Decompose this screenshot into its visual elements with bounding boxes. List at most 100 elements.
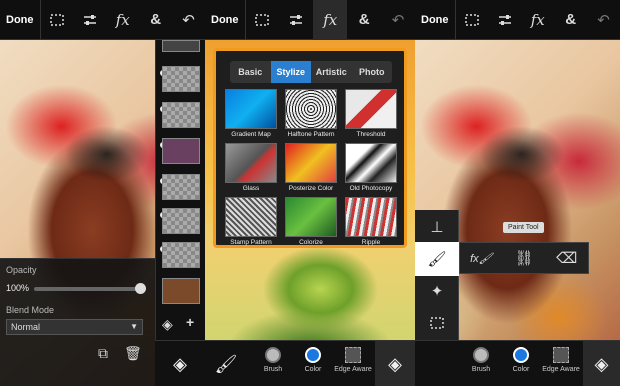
stamp-tool-icon[interactable]: ⊥ [415, 210, 459, 244]
layers-stack-icon[interactable]: ◈ [375, 341, 415, 386]
effects-panel: Basic Stylize Artistic Photo Gradient Ma… [213, 48, 407, 248]
screen-effects: Done fx & ↶ Basic Stylize Artistic Photo… [205, 0, 415, 386]
combine-icon[interactable]: & [347, 0, 381, 40]
tab-stylize[interactable]: Stylize [270, 61, 311, 83]
blend-mode-select[interactable]: Normal ▼ [6, 319, 143, 335]
layers-strip: ◈ + [155, 40, 205, 386]
marquee-icon[interactable] [415, 306, 459, 340]
edge-aware-button[interactable]: Edge Aware [331, 341, 375, 386]
color-button[interactable]: Color [501, 341, 541, 386]
fx-icon[interactable]: fx [521, 0, 554, 40]
color-label: Color [512, 366, 530, 373]
blend-mode-value: Normal [11, 322, 41, 332]
combine-icon[interactable]: & [554, 0, 587, 40]
brush-label: Brush [263, 366, 283, 373]
edge-aware-label: Edge Aware [334, 366, 372, 373]
bottom-bar: 🖌 Brush Color Edge Aware ◈ [205, 340, 415, 386]
filter-thumbnail [345, 197, 397, 237]
tab-basic[interactable]: Basic [230, 61, 271, 83]
layer-thumb[interactable] [162, 174, 200, 200]
edge-aware-label: Edge Aware [542, 366, 580, 373]
paint-subtools: fx🖌 ⛓ ⌫ [459, 242, 589, 274]
filter-label: Threshold [356, 131, 386, 138]
trash-icon[interactable]: 🗑 [124, 345, 142, 362]
layers-icon[interactable]: ◈ [162, 316, 173, 333]
screen-layers: Done fx & ↶ ◈ + Opacity 100% Blend Mode … [0, 0, 205, 386]
fx-icon[interactable]: fx [106, 0, 139, 40]
bottom-bar: ◈ [155, 340, 205, 386]
done-button[interactable]: Done [205, 0, 246, 40]
selection-icon[interactable] [456, 0, 489, 40]
adjust-icon[interactable] [279, 0, 313, 40]
tab-photo[interactable]: Photo [352, 61, 393, 83]
bottom-bar: Brush Color Edge Aware ◈ [415, 340, 620, 386]
filter-posterize-color[interactable]: Posterize Color [283, 143, 339, 195]
top-toolbar: Done fx & ↶ [415, 0, 620, 40]
fx-icon[interactable]: fx [313, 0, 348, 40]
combine-icon[interactable]: & [139, 0, 172, 40]
layers-stack-icon[interactable]: ◈ [583, 341, 620, 386]
filter-colorize[interactable]: Colorize [283, 197, 339, 249]
layer-thumb[interactable] [162, 242, 200, 268]
eraser-icon[interactable]: ⌫ [545, 243, 588, 273]
paint-tool-icon[interactable]: 🖌 [415, 242, 459, 276]
color-icon [305, 347, 321, 363]
selection-icon[interactable] [246, 0, 280, 40]
merge-layers-icon[interactable]: ⧉ [98, 345, 108, 362]
undo-icon[interactable]: ↶ [172, 0, 205, 40]
undo-icon[interactable]: ↶ [381, 0, 415, 40]
screen-tools: Done fx & ↶ ⊥ 🖌 ✦ 🖌 Paint Tool fx🖌 ⛓ ⌫ B… [415, 0, 620, 386]
done-button[interactable]: Done [0, 0, 41, 40]
filter-label: Old Photocopy [349, 185, 393, 192]
color-button[interactable]: Color [293, 341, 333, 386]
magic-wand-icon[interactable]: ✦ [415, 274, 459, 308]
layer-thumb[interactable] [162, 40, 200, 52]
opacity-slider-knob[interactable] [135, 283, 146, 294]
layer-thumb[interactable] [162, 66, 200, 92]
paint-tool-button[interactable]: 🖌 [205, 341, 247, 386]
filter-label: Glass [242, 185, 260, 192]
filter-old-photocopy[interactable]: Old Photocopy [343, 143, 399, 195]
layer-properties-panel: Opacity 100% Blend Mode Normal ▼ ⧉ 🗑 [0, 258, 155, 386]
chevron-down-icon: ▼ [130, 322, 138, 331]
undo-icon[interactable]: ↶ [587, 0, 620, 40]
layers-stack-icon[interactable]: ◈ [155, 341, 205, 386]
adjust-icon[interactable] [488, 0, 521, 40]
edge-aware-button[interactable]: Edge Aware [539, 341, 583, 386]
brush-label: Brush [471, 366, 491, 373]
spray-icon[interactable]: ⛓ [503, 243, 546, 273]
filter-label: Halftone Pattern [287, 131, 335, 138]
effects-tabs: Basic Stylize Artistic Photo [230, 61, 392, 83]
opacity-label: Opacity [6, 265, 37, 275]
filter-thumbnail [285, 197, 337, 237]
filter-label: Stamp Pattern [230, 239, 272, 246]
filter-thumbnail [285, 89, 337, 129]
fx-brush-icon[interactable]: fx🖌 [460, 243, 503, 273]
opacity-value: 100% [6, 283, 30, 293]
filter-label: Ripple [361, 239, 381, 246]
brush-icon [265, 347, 281, 363]
filter-label: Gradient Map [231, 131, 271, 138]
selection-icon[interactable] [41, 0, 74, 40]
filter-halftone-pattern[interactable]: Halftone Pattern [283, 89, 339, 141]
filter-label: Posterize Color [288, 185, 334, 192]
brush-button[interactable]: Brush [253, 341, 293, 386]
filter-stamp-pattern[interactable]: Stamp Pattern [223, 197, 279, 249]
paint-tool-tooltip: Paint Tool [503, 222, 544, 233]
layer-thumb[interactable] [162, 138, 200, 164]
filter-ripple[interactable]: Ripple [343, 197, 399, 249]
layer-thumb[interactable] [162, 102, 200, 128]
filter-glass[interactable]: Glass [223, 143, 279, 195]
brush-button[interactable]: Brush [461, 341, 501, 386]
adjust-icon[interactable] [73, 0, 106, 40]
filter-thumbnail [345, 143, 397, 183]
filter-gradient-map[interactable]: Gradient Map [223, 89, 279, 141]
filter-threshold[interactable]: Threshold [343, 89, 399, 141]
opacity-slider[interactable] [34, 283, 146, 294]
layer-thumb[interactable] [162, 208, 200, 234]
done-button[interactable]: Done [415, 0, 456, 40]
blend-mode-label: Blend Mode [6, 305, 55, 315]
layer-thumb[interactable] [162, 278, 200, 304]
add-layer-icon[interactable]: + [186, 314, 194, 330]
tab-artistic[interactable]: Artistic [311, 61, 352, 83]
